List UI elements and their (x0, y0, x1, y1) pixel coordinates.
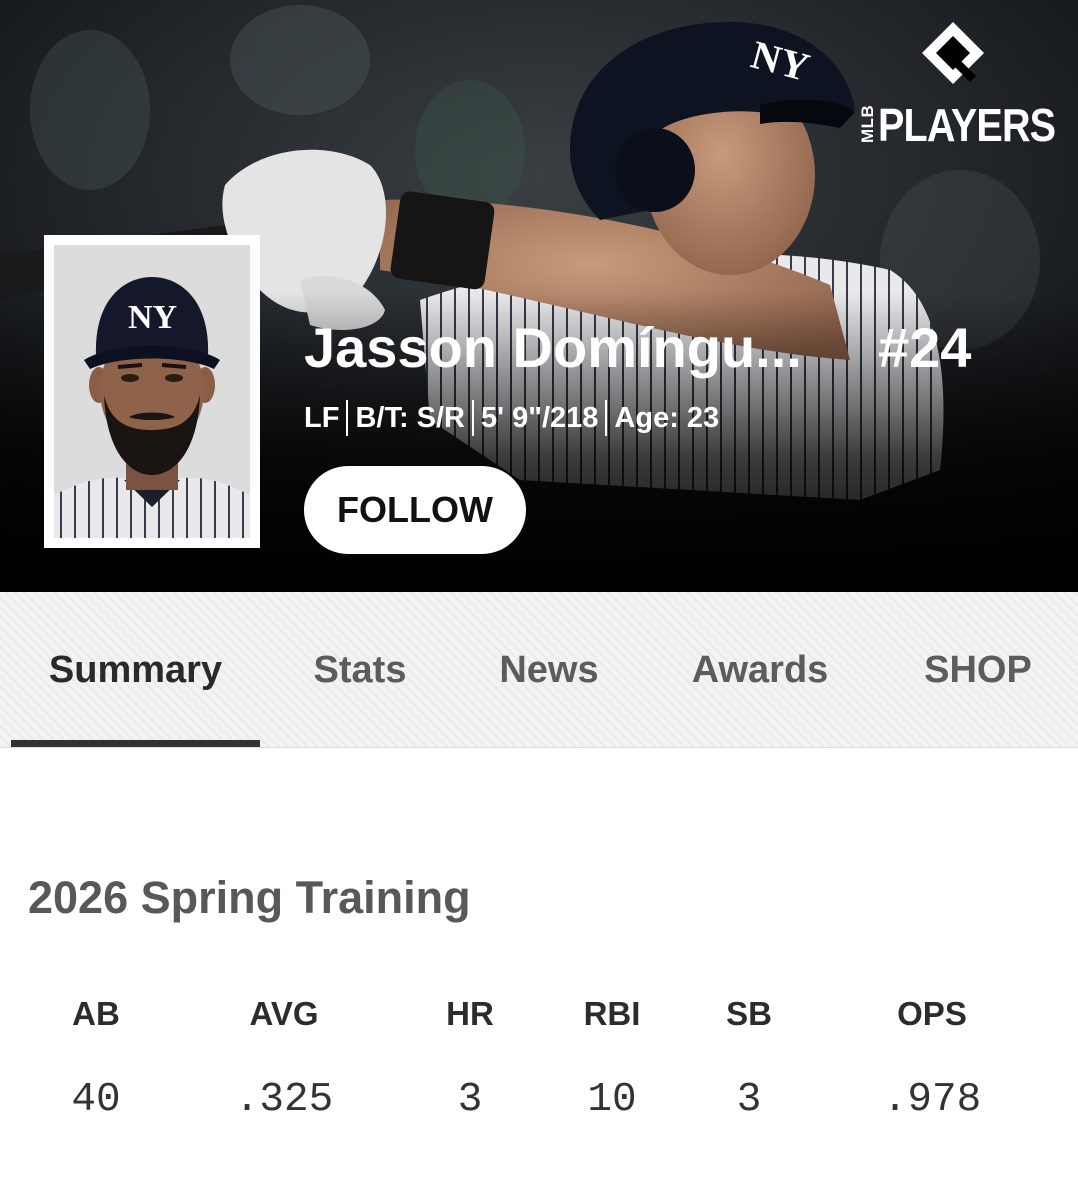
stat-value-ab: 40 (71, 1077, 121, 1123)
player-jersey-number: #24 (878, 316, 972, 379)
divider (605, 400, 608, 436)
active-tab-indicator (11, 740, 260, 747)
divider (472, 400, 474, 436)
stat-header-rbi: RBI (583, 995, 641, 1032)
stat-header-sb: SB (726, 995, 772, 1032)
logo-players-wordmark: PLAYERS (878, 99, 1056, 151)
player-bio-line: LF B/T: S/R 5' 9"/218 Age: 23 (304, 400, 719, 436)
tab-summary[interactable]: Summary (11, 592, 260, 748)
player-hero-banner: NY MLB PLAYERS NY Jasson Domíngu... #24 … (0, 0, 1078, 592)
player-position: LF (304, 402, 340, 434)
player-headshot-frame: NY (44, 235, 260, 548)
follow-button[interactable]: FOLLOW (304, 466, 526, 554)
stat-value-avg: .325 (234, 1077, 334, 1123)
player-height-weight: 5' 9"/218 (481, 402, 599, 434)
mlb-players-logo[interactable]: MLB PLAYERS (856, 20, 1056, 150)
player-name: Jasson Domíngu... (304, 316, 802, 379)
stat-header-avg: AVG (249, 995, 319, 1032)
tab-stats[interactable]: Stats (280, 592, 440, 748)
mlbpa-diamond-icon (922, 22, 984, 84)
profile-tab-bar: Summary Stats News Awards SHOP (0, 592, 1078, 748)
tab-news[interactable]: News (470, 592, 628, 748)
stat-value-sb: 3 (736, 1077, 762, 1123)
stat-value-ops: .978 (882, 1077, 982, 1123)
stat-header-ab: AB (72, 995, 120, 1032)
tab-shop[interactable]: SHOP (890, 592, 1066, 748)
stat-header-hr: HR (446, 995, 494, 1032)
player-bats-throws: B/T: S/R (355, 402, 465, 434)
stat-header-ops: OPS (897, 995, 967, 1032)
player-headshot: NY (54, 245, 250, 538)
tab-awards[interactable]: Awards (660, 592, 860, 748)
logo-mlb-text: MLB (858, 104, 877, 144)
cap-ny-logo: NY (128, 299, 177, 336)
season-stats-title: 2026 Spring Training (28, 872, 471, 923)
player-age: Age: 23 (614, 402, 720, 434)
divider (346, 400, 349, 436)
